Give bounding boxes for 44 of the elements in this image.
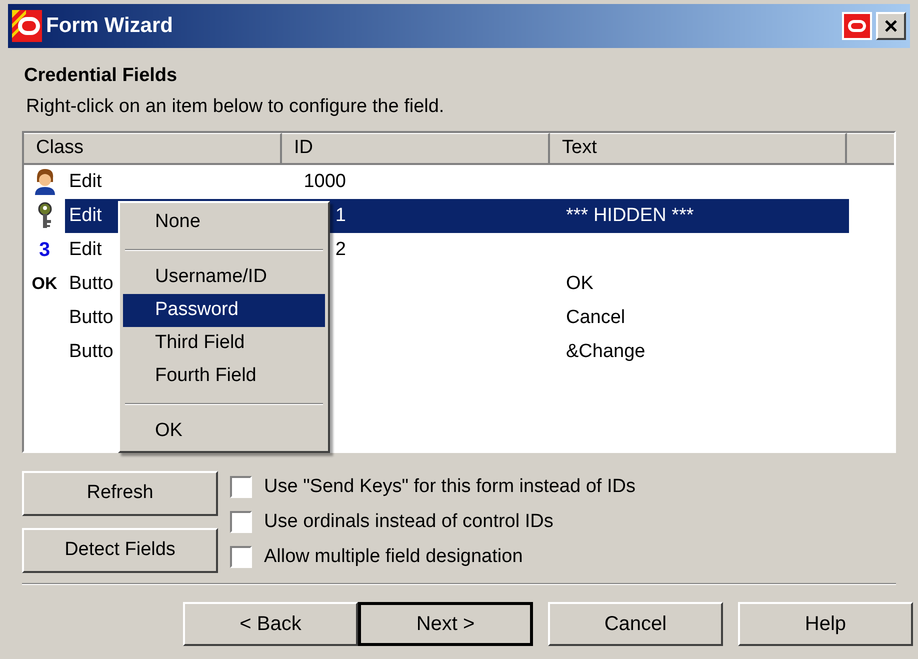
wizard-button[interactable]: < Back [183,602,358,646]
id-text: 1 [335,204,346,228]
menu-item[interactable]: OK [123,415,325,448]
key-icon [36,202,52,230]
section-title: Credential Fields [24,64,178,88]
id-text: 2 [335,238,346,262]
text-value: *** HIDDEN *** [566,204,694,226]
checkbox[interactable] [230,546,252,568]
column-header[interactable]: Text [550,133,847,165]
person-icon [32,168,56,196]
id-text: 1000 [304,170,346,194]
class-text: Edit [69,170,102,192]
checkbox-label: Allow multiple field designation [264,544,523,569]
text-value: &Change [566,340,646,362]
action-button[interactable]: Detect Fields [22,528,218,573]
menu-item[interactable]: Fourth Field [123,360,325,393]
row-marker-text: OK [32,273,58,296]
class-text: Butto [69,272,114,294]
text-value: OK [566,272,594,294]
action-button[interactable]: Refresh [22,471,218,516]
checkbox-label: Use "Send Keys" for this form instead of IDs [264,474,636,499]
menu-item[interactable]: Username/ID [123,261,325,294]
wizard-button[interactable]: Next > [358,602,533,646]
wizard-button[interactable]: Cancel [548,602,723,646]
logo-button[interactable] [842,12,872,40]
text-value: Cancel [566,306,626,328]
class-text: Butto [69,340,114,362]
menu-item[interactable]: Password [123,294,325,327]
window-title: Form Wizard [46,13,173,40]
class-text: Edit [69,204,102,226]
checkbox[interactable] [230,476,252,498]
wizard-button[interactable]: Help [738,602,913,646]
app-logo-icon [12,10,42,42]
row-marker-text: 3 [38,238,50,263]
class-text: Edit [69,238,102,260]
close-button[interactable] [876,12,906,40]
class-text: Butto [69,306,114,328]
checkbox-label: Use ordinals instead of control IDs [264,510,554,534]
checkbox[interactable] [230,511,252,533]
column-header[interactable]: Class [24,133,282,165]
column-header[interactable]: ID [282,133,550,165]
close-icon [884,19,898,33]
menu-item[interactable]: Third Field [123,327,325,360]
instruction-text: Right-click on an item below to configure the field. [26,94,446,118]
